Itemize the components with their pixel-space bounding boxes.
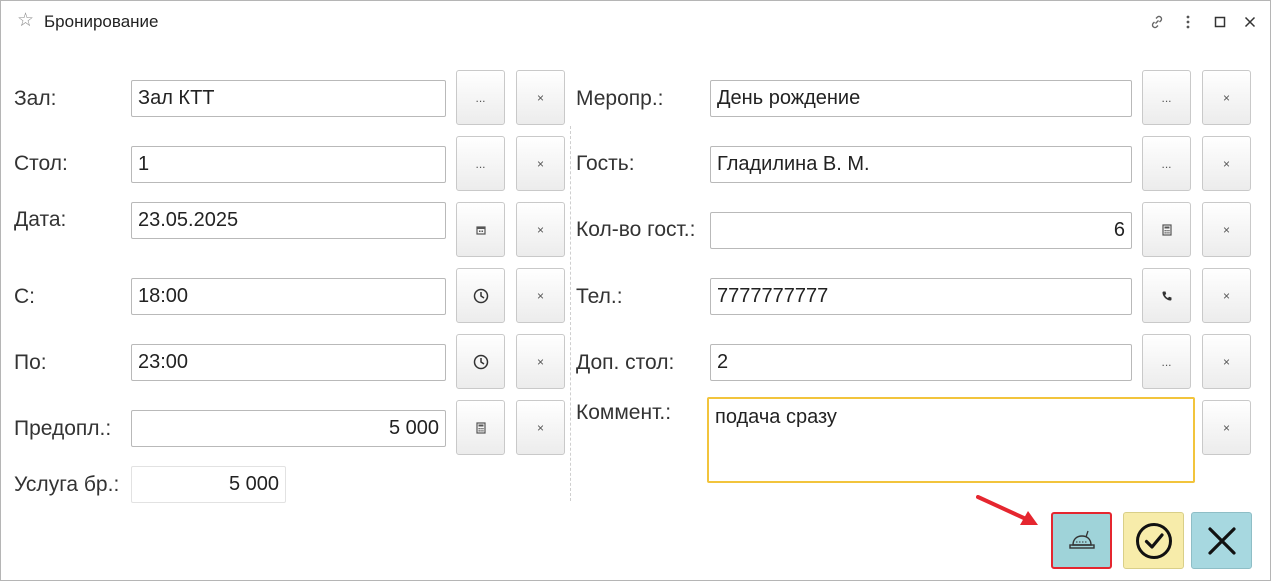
prepay-field[interactable]: 5 000 [131,410,446,447]
comment-field[interactable]: подача сразу [707,397,1195,483]
food-cloche-icon [1068,530,1095,549]
calculator-icon [1161,223,1172,236]
from-label: С: [14,285,35,308]
ellipsis-icon: ... [1161,354,1172,369]
guest-select-button[interactable]: ... [1142,136,1191,191]
comment-clear-button[interactable]: × [1202,400,1251,455]
ellipsis-icon: ... [1161,156,1172,171]
clear-icon: × [536,354,544,369]
from-clear-button[interactable]: × [516,268,565,323]
ellipsis-icon: ... [1161,90,1172,105]
date-field[interactable]: 23.05.2025 [131,202,446,239]
phone-call-button[interactable] [1142,268,1191,323]
clear-icon: × [1222,90,1230,105]
ellipsis-icon: ... [475,90,486,105]
from-time-field[interactable]: 18:00 [131,278,446,315]
event-select-button[interactable]: ... [1142,70,1191,125]
clear-icon: × [536,420,544,435]
clear-icon: × [536,90,544,105]
clock-icon [473,354,488,369]
table-clear-button[interactable]: × [516,136,565,191]
date-calendar-button[interactable] [456,202,505,257]
to-clear-button[interactable]: × [516,334,565,389]
guest-label: Гость: [576,152,635,175]
service-field: 5 000 [131,466,286,503]
calendar-icon [475,225,486,235]
event-label: Меропр.: [576,87,664,110]
guest-field[interactable]: Гладилина В. М. [710,146,1132,183]
table-label: Стол: [14,152,68,175]
hall-clear-button[interactable]: × [516,70,565,125]
clear-icon: × [1222,288,1230,303]
maximize-icon[interactable] [1211,13,1229,31]
close-dialog-button[interactable] [1191,512,1252,569]
booking-window: ☆ Бронирование Зал: Зал КТТ ... × Стол: … [0,0,1271,581]
clear-icon: × [536,222,544,237]
guests-count-field[interactable]: 6 [710,212,1132,249]
prepay-calculator-button[interactable] [456,400,505,455]
clear-icon: × [1222,222,1230,237]
checkmark-circle-icon [1135,522,1172,559]
guests-count-clear-button[interactable]: × [1202,202,1251,257]
date-label: Дата: [14,208,67,231]
ellipsis-icon: ... [475,156,486,171]
hall-select-button[interactable]: ... [456,70,505,125]
clear-icon: × [1222,354,1230,369]
clock-icon [473,288,488,303]
calculator-icon [475,421,486,434]
to-label: По: [14,351,47,374]
hall-label: Зал: [14,87,57,110]
phone-icon [1161,291,1171,301]
phone-field[interactable]: 7777777777 [710,278,1132,315]
extra-table-field[interactable]: 2 [710,344,1132,381]
star-icon[interactable]: ☆ [17,10,34,32]
prepay-label: Предопл.: [14,417,112,440]
table-field[interactable]: 1 [131,146,446,183]
more-vertical-icon[interactable] [1179,13,1197,31]
to-time-field[interactable]: 23:00 [131,344,446,381]
guests-count-calculator-button[interactable] [1142,202,1191,257]
hall-field[interactable]: Зал КТТ [131,80,446,117]
title-bar: ☆ Бронирование [1,1,1270,43]
extra-table-select-button[interactable]: ... [1142,334,1191,389]
menu-order-button[interactable] [1051,512,1112,569]
extra-table-clear-button[interactable]: × [1202,334,1251,389]
from-time-button[interactable] [456,268,505,323]
phone-clear-button[interactable]: × [1202,268,1251,323]
clear-icon: × [536,288,544,303]
to-time-button[interactable] [456,334,505,389]
guest-clear-button[interactable]: × [1202,136,1251,191]
clear-icon: × [1222,420,1230,435]
close-icon[interactable] [1241,13,1259,31]
annotation-arrow [976,495,1038,525]
event-field[interactable]: День рождение [710,80,1132,117]
table-select-button[interactable]: ... [456,136,505,191]
phone-label: Тел.: [576,285,623,308]
prepay-clear-button[interactable]: × [516,400,565,455]
date-clear-button[interactable]: × [516,202,565,257]
event-clear-button[interactable]: × [1202,70,1251,125]
link-icon[interactable] [1148,13,1166,31]
comment-label: Коммент.: [576,401,672,424]
column-separator [570,126,571,501]
clear-icon: × [536,156,544,171]
guests-count-label: Кол-во гост.: [576,218,696,241]
close-x-icon [1207,526,1236,555]
clear-icon: × [1222,156,1230,171]
ok-button[interactable] [1123,512,1184,569]
window-title: Бронирование [44,12,159,31]
service-label: Услуга бр.: [14,473,120,496]
extra-table-label: Доп. стол: [576,351,675,374]
